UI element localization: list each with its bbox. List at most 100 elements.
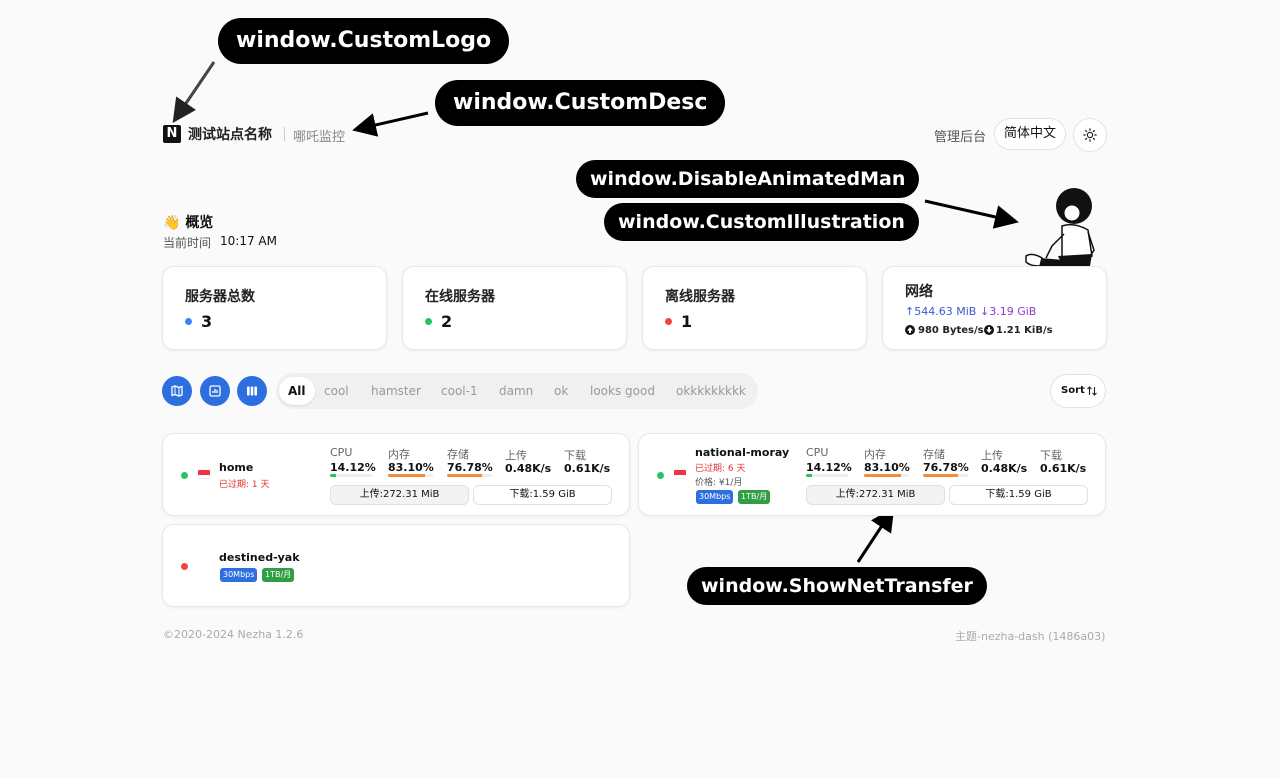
- cpu-bar: [806, 474, 848, 477]
- cpu-label: CPU: [806, 446, 829, 459]
- upload-circle-icon: [905, 325, 915, 335]
- cpu-bar: [330, 474, 372, 477]
- memory-bar: [864, 474, 909, 477]
- stat-online-label: 在线服务器: [425, 289, 495, 305]
- sg-flag-icon: [198, 470, 210, 479]
- upload-speed: 0.48K/s: [505, 462, 552, 475]
- language-button[interactable]: 简体中文: [994, 118, 1066, 150]
- online-status-dot-icon: [657, 472, 664, 479]
- stat-total-label: 服务器总数: [185, 289, 255, 305]
- server-name: home: [219, 461, 254, 474]
- stat-total-value: 3: [201, 312, 213, 331]
- wave-emoji-icon: 👋: [163, 215, 181, 231]
- cpu-value: 14.12%: [330, 461, 376, 474]
- tag-looks-good[interactable]: looks good: [590, 384, 655, 398]
- tag-damn[interactable]: damn: [499, 384, 533, 398]
- chart-icon: [209, 385, 221, 397]
- download-speed: 0.61K/s: [1040, 462, 1087, 475]
- theme-toggle-button[interactable]: [1073, 118, 1107, 152]
- sort-label: Sort: [1061, 385, 1085, 396]
- upload-speed: 0.48K/s: [981, 462, 1028, 475]
- server-expire: 已过期: 1 天: [219, 480, 270, 490]
- transfer-download: 下载:1.59 GiB: [473, 485, 612, 505]
- network-upload-speed: 980 Bytes/s: [918, 325, 984, 336]
- header-divider: [284, 127, 285, 141]
- memory-label: 内存: [388, 448, 410, 461]
- tag-cool[interactable]: cool: [324, 384, 349, 398]
- status-dot-icon: [185, 318, 192, 325]
- footer-copyright: ©2020-2024 Nezha 1.2.6: [163, 628, 304, 641]
- disk-value: 76.78%: [923, 461, 969, 474]
- overview-title-text: 概览: [185, 215, 214, 231]
- disk-label: 存储: [923, 448, 945, 461]
- offline-status-dot-icon: [181, 563, 188, 570]
- stat-offline-value: 1: [681, 312, 693, 331]
- status-dot-icon: [425, 318, 432, 325]
- server-card-home[interactable]: home 已过期: 1 天 CPU 14.12% 内存 83.10% 存储 76…: [162, 433, 630, 516]
- map-view-button[interactable]: [162, 376, 192, 406]
- server-price: 价格: ¥1/月: [695, 478, 743, 488]
- overview-title: 👋 概览: [163, 212, 213, 232]
- tag-filter-bar: All cool hamster cool-1 damn ok looks go…: [276, 373, 758, 409]
- transfer-download: 下载:1.59 GiB: [949, 485, 1088, 505]
- disk-label: 存储: [447, 448, 469, 461]
- site-logo-icon[interactable]: N: [163, 125, 181, 143]
- sun-icon: [1083, 128, 1097, 142]
- server-name: destined-yak: [219, 551, 300, 564]
- callout-custom-illustration: window.CustomIllustration: [604, 203, 919, 241]
- network-download-speed: 1.21 KiB/s: [996, 325, 1053, 336]
- download-label: 下载: [1040, 449, 1062, 462]
- upload-label: 上传: [505, 449, 527, 462]
- download-label: 下载: [564, 449, 586, 462]
- memory-value: 83.10%: [388, 461, 434, 474]
- stat-card-network[interactable]: 网络 ↑544.63 MiB ↓3.19 GiB 980 Bytes/s 1.2…: [882, 266, 1107, 350]
- disk-bar: [447, 474, 492, 477]
- cpu-value: 14.12%: [806, 461, 852, 474]
- chart-view-button[interactable]: [200, 376, 230, 406]
- stat-offline-label: 离线服务器: [665, 289, 735, 305]
- admin-link[interactable]: 管理后台: [934, 126, 986, 145]
- site-description: 哪吒监控: [293, 130, 346, 145]
- memory-label: 内存: [864, 448, 886, 461]
- tag-ok[interactable]: ok: [554, 384, 568, 398]
- cpu-label: CPU: [330, 446, 353, 459]
- map-icon: [171, 385, 183, 397]
- sg-flag-icon: [674, 470, 686, 479]
- callout-custom-desc: window.CustomDesc: [435, 80, 726, 126]
- bandwidth-badge: 30Mbps: [696, 490, 734, 504]
- columns-icon: [247, 386, 257, 396]
- tag-okkkkkkkkk[interactable]: okkkkkkkkk: [676, 384, 746, 398]
- columns-view-button[interactable]: [237, 376, 267, 406]
- transfer-upload: 上传:272.31 MiB: [330, 485, 469, 505]
- disk-value: 76.78%: [447, 461, 493, 474]
- server-card-destined-yak[interactable]: destined-yak 30Mbps 1TB/月: [162, 524, 630, 607]
- tag-all[interactable]: All: [279, 377, 315, 405]
- callout-show-net-transfer: window.ShowNetTransfer: [687, 567, 987, 605]
- current-time-label: 当前时间: [163, 236, 212, 250]
- stat-card-online[interactable]: 在线服务器 2: [402, 266, 627, 350]
- callout-custom-logo: window.CustomLogo: [218, 18, 510, 64]
- network-download-total: ↓3.19 GiB: [980, 305, 1037, 318]
- stat-card-total[interactable]: 服务器总数 3: [162, 266, 387, 350]
- memory-bar: [388, 474, 433, 477]
- status-dot-icon: [665, 318, 672, 325]
- server-card-national-moray[interactable]: national-moray 已过期: 6 天 价格: ¥1/月 30Mbps …: [638, 433, 1106, 516]
- stat-card-offline[interactable]: 离线服务器 1: [642, 266, 867, 350]
- memory-value: 83.10%: [864, 461, 910, 474]
- site-name[interactable]: 测试站点名称: [188, 124, 272, 144]
- sort-button[interactable]: Sort: [1050, 374, 1106, 408]
- stat-network-label: 网络: [905, 284, 933, 300]
- arrow-to-illustration: [924, 199, 1019, 229]
- traffic-badge: 1TB/月: [738, 490, 771, 504]
- tag-cool-1[interactable]: cool-1: [441, 384, 478, 398]
- arrow-to-logo: [172, 61, 216, 123]
- stat-online-value: 2: [441, 312, 453, 331]
- server-expire: 已过期: 6 天: [695, 464, 746, 474]
- disk-bar: [923, 474, 968, 477]
- sort-arrows-icon: [1087, 386, 1097, 396]
- transfer-upload: 上传:272.31 MiB: [806, 485, 945, 505]
- callout-disable-animated-man: window.DisableAnimatedMan: [576, 160, 920, 198]
- arrow-to-transfer: [856, 506, 895, 563]
- tag-hamster[interactable]: hamster: [371, 384, 421, 398]
- online-status-dot-icon: [181, 472, 188, 479]
